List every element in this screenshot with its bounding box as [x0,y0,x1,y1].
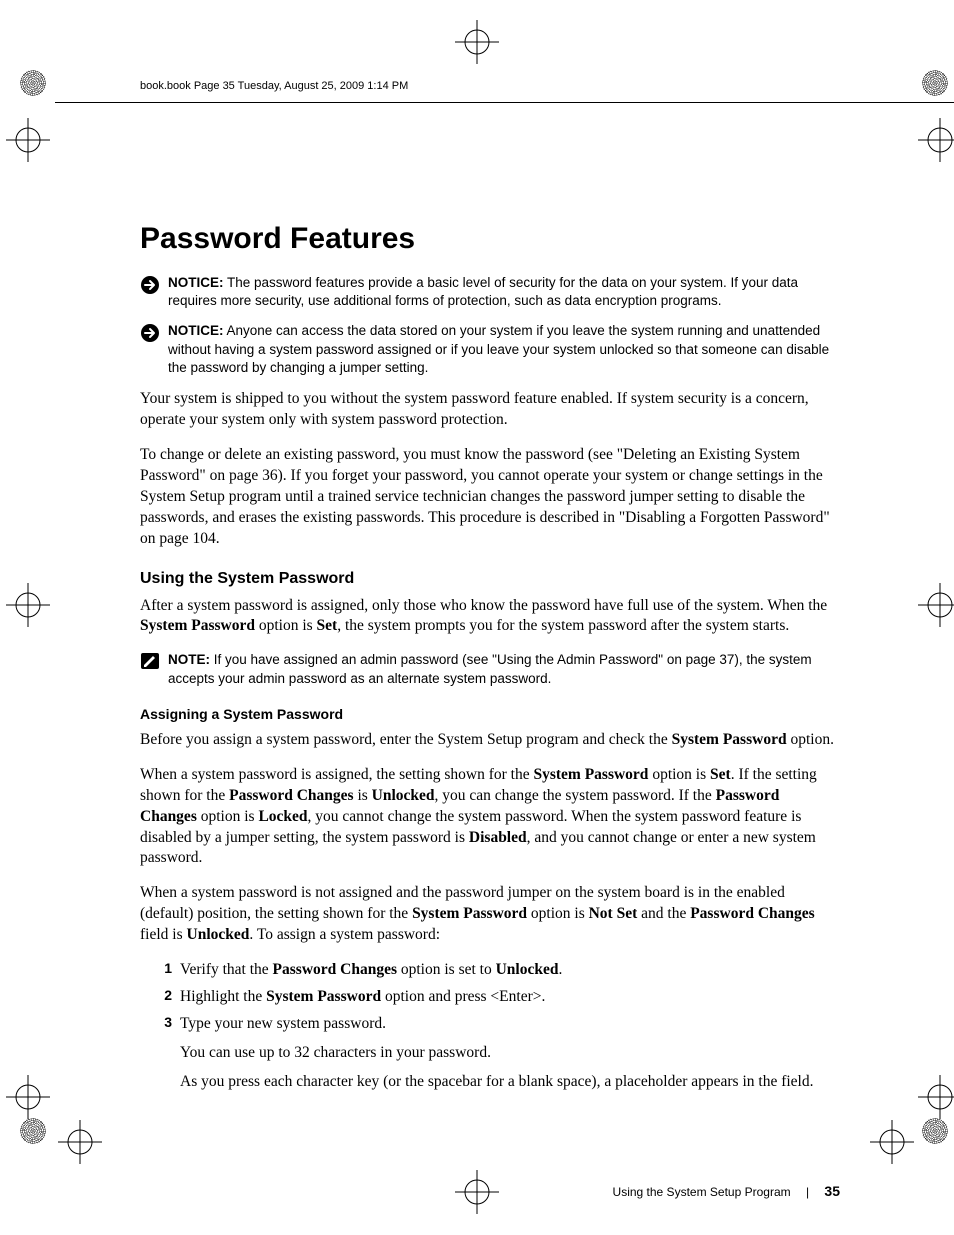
bold-term: System Password [672,731,787,748]
text: option is [648,766,710,783]
step-body: Verify that the Password Changes option … [180,960,840,981]
text: Highlight the [180,988,266,1005]
paragraph: When a system password is assigned, the … [140,765,840,870]
crop-globe-br [922,1118,948,1144]
steps-list: 1 Verify that the Password Changes optio… [150,960,840,1093]
paragraph: When a system password is not assigned a… [140,883,840,946]
step-body: Highlight the System Password option and… [180,987,840,1008]
crop-globe-tl [20,70,46,96]
text: , the system prompts you for the system … [337,617,789,634]
notice-arrow-icon [140,274,168,296]
crop-target-icon [870,1120,914,1164]
step-sub: As you press each character key (or the … [180,1072,840,1093]
note-1-text: NOTE: If you have assigned an admin pass… [168,651,840,687]
notice-label: NOTICE: [168,323,224,338]
crop-target-icon [918,118,954,162]
text: field is [140,926,187,943]
bold-term: Set [710,766,731,783]
crop-target-icon [6,118,50,162]
footer-section: Using the System Setup Program [613,1185,791,1199]
step-number: 1 [150,960,180,981]
bold-term: System Password [533,766,648,783]
text: option and press <Enter>. [381,988,545,1005]
bold-term: Password Changes [273,961,397,978]
text: . To assign a system password: [249,926,440,943]
bold-term: System Password [412,905,527,922]
paragraph: Before you assign a system password, ent… [140,730,840,751]
notice-arrow-icon [140,322,168,344]
section-heading: Using the System Password [140,570,840,588]
text: option is [255,617,317,634]
step-3: 3 Type your new system password. You can… [150,1014,840,1093]
text: option is [527,905,589,922]
bold-term: Not Set [589,905,638,922]
text: , you can change the system password. If… [435,787,716,804]
note-pencil-icon [140,651,168,671]
step-number: 3 [150,1014,180,1093]
bold-term: Unlocked [187,926,250,943]
footer-separator: | [794,1185,821,1199]
page-footer: Using the System Setup Program | 35 [140,1183,840,1199]
text: Type your new system password. [180,1015,386,1032]
bold-term: Locked [258,808,307,825]
note-1: NOTE: If you have assigned an admin pass… [140,651,840,687]
notice-body: Anyone can access the data stored on you… [168,323,829,374]
note-body: If you have assigned an admin password (… [168,652,812,685]
footer-page-number: 35 [824,1183,840,1199]
text: Verify that the [180,961,273,978]
bold-term: System Password [140,617,255,634]
paragraph: Your system is shipped to you without th… [140,389,840,431]
notice-1: NOTICE: The password features provide a … [140,274,840,310]
text: When a system password is assigned, the … [140,766,533,783]
notice-label: NOTICE: [168,275,224,290]
bold-term: System Password [266,988,381,1005]
crop-target-icon [918,583,954,627]
crop-globe-bl [20,1118,46,1144]
notice-2: NOTICE: Anyone can access the data store… [140,322,840,377]
step-number: 2 [150,987,180,1008]
bold-term: Unlocked [372,787,435,804]
text: option. [787,731,834,748]
crop-globe-tr [922,70,948,96]
paragraph: After a system password is assigned, onl… [140,596,840,638]
page-title: Password Features [140,222,840,256]
step-sub: You can use up to 32 characters in your … [180,1043,840,1064]
subsection-heading: Assigning a System Password [140,706,840,722]
bold-term: Unlocked [496,961,559,978]
notice-2-text: NOTICE: Anyone can access the data store… [168,322,840,377]
text: option is [197,808,259,825]
crop-target-icon [918,1075,954,1119]
step-body: Type your new system password. You can u… [180,1014,840,1093]
text: . [558,961,562,978]
running-header: book.book Page 35 Tuesday, August 25, 20… [140,80,840,92]
bold-term: Password Changes [690,905,814,922]
step-1: 1 Verify that the Password Changes optio… [150,960,840,981]
crop-target-icon [6,583,50,627]
text: Before you assign a system password, ent… [140,731,672,748]
text: is [354,787,372,804]
notice-1-text: NOTICE: The password features provide a … [168,274,840,310]
page-content: book.book Page 35 Tuesday, August 25, 20… [140,80,840,1099]
notice-body: The password features provide a basic le… [168,275,798,308]
crop-target-icon [6,1075,50,1119]
step-2: 2 Highlight the System Password option a… [150,987,840,1008]
bold-term: Password Changes [229,787,353,804]
text: and the [637,905,690,922]
note-label: NOTE: [168,652,210,667]
bold-term: Set [317,617,338,634]
text: option is set to [397,961,496,978]
text: After a system password is assigned, onl… [140,597,827,614]
crop-target-icon [455,20,499,64]
bold-term: Disabled [469,829,527,846]
paragraph: To change or delete an existing password… [140,445,840,550]
crop-target-icon [58,1120,102,1164]
